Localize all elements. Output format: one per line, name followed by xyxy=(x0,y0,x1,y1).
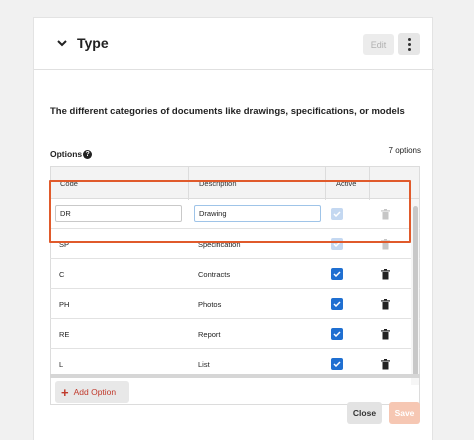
trash-icon[interactable] xyxy=(380,298,390,310)
table-row: PH Photos xyxy=(50,289,420,319)
more-icon-dot xyxy=(407,42,411,46)
close-button[interactable]: Close xyxy=(347,402,382,424)
add-option-label: Add Option xyxy=(73,387,117,397)
code-cell[interactable]: RE xyxy=(59,319,69,349)
description-input[interactable]: Drawing xyxy=(194,205,321,222)
vertical-scroll-thumb[interactable] xyxy=(413,206,418,376)
trash-icon[interactable] xyxy=(380,268,390,280)
type-settings-card: Type Edit The different categories of do… xyxy=(33,17,434,440)
column-divider xyxy=(369,167,370,200)
table-row: DR Drawing xyxy=(50,199,420,229)
checkmark-icon xyxy=(333,241,341,247)
checkmark-icon xyxy=(333,211,341,217)
more-icon xyxy=(407,37,411,41)
description-cell[interactable]: Report xyxy=(198,319,221,349)
section-header: Type Edit xyxy=(34,18,434,70)
options-table: Code Description Active DR Drawing SP Sp… xyxy=(50,150,420,406)
active-checkbox[interactable] xyxy=(331,238,343,250)
column-header-active: Active xyxy=(336,179,357,188)
code-cell[interactable]: SP xyxy=(59,229,69,259)
code-cell[interactable]: C xyxy=(59,259,64,289)
save-button[interactable]: Save xyxy=(389,402,420,424)
description-cell[interactable]: Photos xyxy=(198,289,221,319)
trash-icon[interactable] xyxy=(380,208,390,220)
active-checkbox[interactable] xyxy=(331,268,343,280)
edit-button[interactable]: Edit xyxy=(363,34,394,55)
active-checkbox[interactable] xyxy=(331,208,343,220)
description-cell[interactable]: Contracts xyxy=(198,259,230,289)
trash-icon[interactable] xyxy=(380,238,390,250)
more-options-button[interactable] xyxy=(398,33,420,55)
column-header-description: Description xyxy=(199,179,237,188)
table-row: C Contracts xyxy=(50,259,420,289)
checkmark-icon xyxy=(333,301,341,307)
table-row: RE Report xyxy=(50,319,420,349)
code-input[interactable]: DR xyxy=(55,205,182,222)
column-divider xyxy=(188,167,189,200)
column-header-code: Code xyxy=(60,179,78,188)
trash-icon[interactable] xyxy=(380,328,390,340)
code-cell[interactable]: PH xyxy=(59,289,69,319)
active-checkbox[interactable] xyxy=(331,328,343,340)
checkmark-icon xyxy=(333,331,341,337)
section-description: The different categories of documents li… xyxy=(50,106,405,117)
more-icon-dot xyxy=(407,47,411,51)
add-option-button[interactable]: + Add Option xyxy=(55,381,129,403)
checkmark-icon xyxy=(333,361,341,367)
table-header: Code Description Active xyxy=(50,166,420,200)
active-checkbox[interactable] xyxy=(331,298,343,310)
table-row: SP Specification xyxy=(50,229,420,259)
plus-icon: + xyxy=(61,384,69,400)
chevron-down-icon[interactable] xyxy=(54,35,70,51)
trash-icon[interactable] xyxy=(380,358,390,370)
checkmark-icon xyxy=(333,271,341,277)
description-cell[interactable]: Specification xyxy=(198,229,241,259)
active-checkbox[interactable] xyxy=(331,358,343,370)
horizontal-scrollbar[interactable] xyxy=(50,374,420,378)
section-title: Type xyxy=(77,35,109,51)
column-divider xyxy=(325,167,326,200)
